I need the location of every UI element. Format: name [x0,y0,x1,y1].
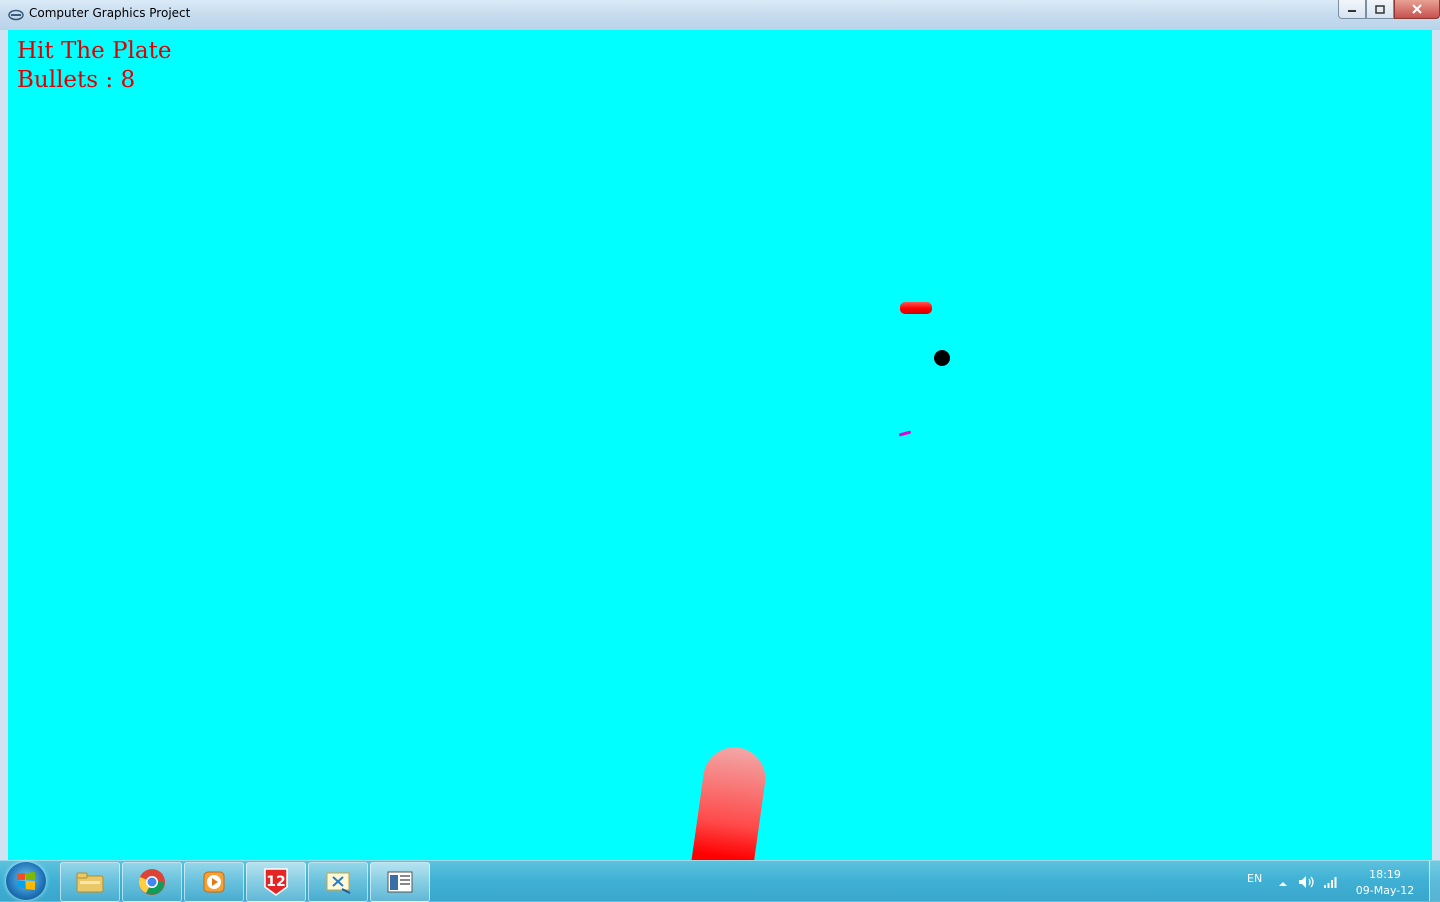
taskbar-media-player-button[interactable] [184,862,244,902]
taskbar: 12 EN 18:19 09-May-12 [0,860,1440,902]
start-button[interactable] [6,862,46,900]
show-desktop-button[interactable] [1429,861,1440,901]
taskbar-app-12-button[interactable]: 12 [246,862,306,902]
clock[interactable]: 18:19 09-May-12 [1354,867,1416,899]
game-title: Hit The Plate [17,38,172,64]
application-window: Computer Graphics Project Hit The Plate … [0,0,1440,860]
taskbar-graphics-project-button[interactable] [370,862,430,902]
hud: Hit The Plate Bullets : 8 [17,37,171,95]
snipping-tool-icon [326,872,351,894]
chrome-icon [138,869,165,895]
bullet [934,350,950,366]
bullets-counter: Bullets : 8 [17,67,136,93]
taskbar-chrome-button[interactable] [122,862,182,902]
app-12-label: 12 [266,874,285,890]
game-canvas[interactable]: Hit The Plate Bullets : 8 [8,30,1432,860]
plate-shard [898,430,912,437]
windows-logo-icon [17,872,35,890]
taskbar-explorer-button[interactable] [60,862,120,902]
media-player-icon [203,871,225,893]
clock-time: 18:19 [1369,868,1401,881]
title-bar[interactable]: Computer Graphics Project [0,0,1440,30]
plate-target [900,302,932,314]
network-signal-icon[interactable] [1323,874,1339,893]
windows-explorer-icon [76,872,104,893]
gun-barrel [684,743,770,860]
show-hidden-icons-icon[interactable] [1278,874,1288,893]
minimize-button[interactable] [1338,0,1366,19]
close-button[interactable] [1394,0,1440,19]
app-window-icon [8,8,24,21]
maximize-button[interactable] [1366,0,1394,19]
window-title: Computer Graphics Project [29,6,191,20]
language-indicator[interactable]: EN [1247,872,1262,885]
graphics-project-icon [387,871,413,893]
clock-date: 09-May-12 [1355,884,1415,897]
volume-icon[interactable] [1298,874,1316,893]
app-12-icon: 12 [264,868,288,896]
taskbar-snipping-button[interactable] [308,862,368,902]
